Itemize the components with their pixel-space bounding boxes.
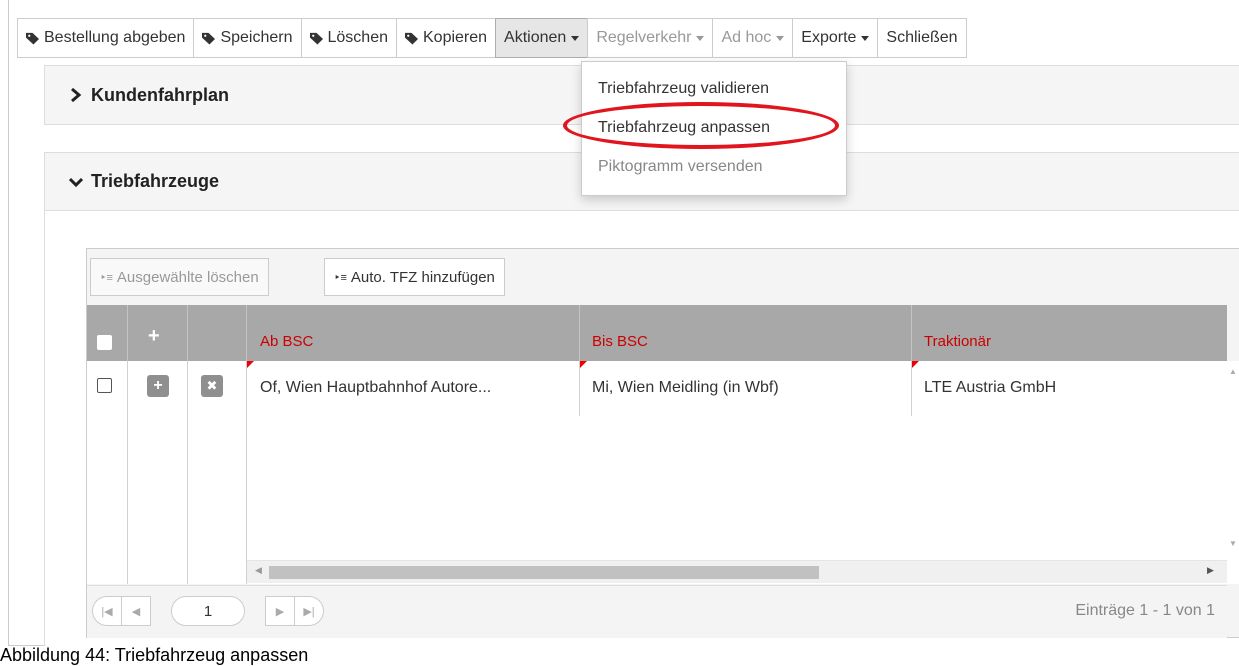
regelverkehr-dropdown-button[interactable]: Regelverkehr	[587, 18, 714, 58]
caret-down-icon	[571, 35, 580, 41]
prev-page-icon[interactable]: ◀	[121, 596, 151, 626]
add-auto-tfz-label: Auto. TFZ hinzufügen	[350, 268, 495, 286]
chevron-down-icon	[69, 177, 83, 187]
caret-down-icon	[696, 35, 705, 41]
column-header-bis-bsc[interactable]: Bis BSC	[592, 333, 648, 350]
menu-item-piktogramm-versenden[interactable]: Piktogramm versenden	[598, 158, 763, 176]
schliessen-label: Schließen	[886, 29, 958, 46]
column-divider	[127, 361, 128, 584]
remove-row-button[interactable]: ✖	[201, 375, 223, 397]
row-checkbox[interactable]	[97, 378, 112, 393]
column-divider	[187, 361, 188, 584]
changed-marker	[912, 361, 919, 368]
tag-icon	[202, 32, 216, 45]
tag-icon	[405, 32, 418, 45]
aktionen-label: Aktionen	[504, 29, 567, 46]
exporte-label: Exporte	[801, 29, 857, 46]
tag-icon	[26, 32, 39, 45]
speichern-label: Speichern	[220, 29, 293, 46]
cell-bis-bsc[interactable]: Mi, Wien Meidling (in Wbf)	[592, 379, 779, 397]
delete-selected-button[interactable]: ‣≡ Ausgewählte löschen	[90, 258, 269, 296]
regelverkehr-label: Regelverkehr	[596, 29, 692, 46]
chevron-right-icon	[71, 88, 82, 102]
pager: |◀ ◀ 1 ▶ ▶| Einträge 1 - 1 von 1	[87, 585, 1227, 638]
changed-marker	[247, 361, 254, 368]
toolbar: Bestellung abgeben Speichern Löschen Kop…	[17, 18, 967, 58]
last-page-icon[interactable]: ▶|	[294, 596, 324, 626]
column-header-ab-bsc[interactable]: Ab BSC	[260, 333, 313, 350]
bestellung-abgeben-button[interactable]: Bestellung abgeben	[17, 18, 195, 58]
highlight-annotation	[563, 102, 839, 149]
speichern-button[interactable]: Speichern	[193, 18, 302, 58]
scroll-down-icon[interactable]: ▼	[1229, 539, 1237, 548]
select-all-checkbox[interactable]	[97, 335, 112, 350]
list-icon: ‣≡	[334, 271, 347, 284]
caret-down-icon	[776, 35, 785, 41]
next-page-icon[interactable]: ▶	[265, 596, 295, 626]
exporte-dropdown-button[interactable]: Exporte	[792, 18, 879, 58]
add-row-button[interactable]: +	[147, 375, 169, 397]
column-header-traktionaer[interactable]: Traktionär	[924, 333, 991, 350]
page-number-input[interactable]: 1	[171, 596, 245, 626]
column-divider	[911, 305, 912, 361]
aktionen-dropdown-button[interactable]: Aktionen	[495, 18, 589, 58]
bestellung-abgeben-label: Bestellung abgeben	[44, 29, 186, 46]
plus-icon[interactable]: +	[148, 325, 160, 348]
loeschen-label: Löschen	[327, 29, 389, 46]
scroll-right-icon[interactable]: ▶	[1207, 565, 1214, 576]
column-divider	[246, 361, 247, 584]
column-divider	[579, 361, 580, 416]
page-number: 1	[203, 602, 213, 620]
ad-hoc-label: Ad hoc	[721, 29, 772, 46]
kundenfahrplan-title: Kundenfahrplan	[91, 84, 229, 105]
first-page-icon[interactable]: |◀	[92, 596, 122, 626]
add-auto-tfz-button[interactable]: ‣≡ Auto. TFZ hinzufügen	[324, 258, 505, 296]
column-divider	[127, 305, 128, 361]
figure-caption: Abbildung 44: Triebfahrzeug anpassen	[0, 645, 309, 665]
cell-traktionaer[interactable]: LTE Austria GmbH	[924, 379, 1056, 397]
horizontal-scrollbar[interactable]: ◀ ▶	[247, 560, 1227, 583]
pager-summary: Einträge 1 - 1 von 1	[1075, 602, 1215, 619]
grid-body: + ✖ Of, Wien Hauptbahnhof Autore... Mi, …	[87, 361, 1239, 584]
caret-down-icon	[861, 35, 870, 41]
column-divider	[911, 361, 912, 416]
kopieren-label: Kopieren	[423, 29, 488, 46]
column-divider	[187, 305, 188, 361]
menu-item-triebfahrzeug-validieren[interactable]: Triebfahrzeug validieren	[598, 80, 769, 98]
changed-marker	[580, 361, 587, 368]
cell-ab-bsc[interactable]: Of, Wien Hauptbahnhof Autore...	[260, 379, 491, 397]
column-divider	[579, 305, 580, 361]
vertical-scrollbar[interactable]: ▲ ▼	[1227, 361, 1239, 584]
delete-selected-label: Ausgewählte löschen	[116, 268, 259, 286]
list-icon: ‣≡	[100, 271, 113, 284]
tag-icon	[309, 32, 323, 45]
schliessen-button[interactable]: Schließen	[877, 18, 967, 58]
triebfahrzeuge-title: Triebfahrzeuge	[91, 171, 220, 191]
triebfahrzeuge-grid: ‣≡ Ausgewählte löschen ‣≡ Auto. TFZ hinz…	[86, 248, 1239, 638]
grid-header: + Ab BSC Bis BSC Traktionär	[87, 305, 1227, 361]
scrollbar-thumb[interactable]	[269, 566, 819, 579]
scroll-left-icon[interactable]: ◀	[255, 565, 262, 576]
kopieren-button[interactable]: Kopieren	[396, 18, 497, 58]
column-divider	[246, 305, 247, 361]
ad-hoc-dropdown-button[interactable]: Ad hoc	[712, 18, 794, 58]
scroll-up-icon[interactable]: ▲	[1229, 367, 1237, 376]
loeschen-button[interactable]: Löschen	[300, 18, 397, 58]
